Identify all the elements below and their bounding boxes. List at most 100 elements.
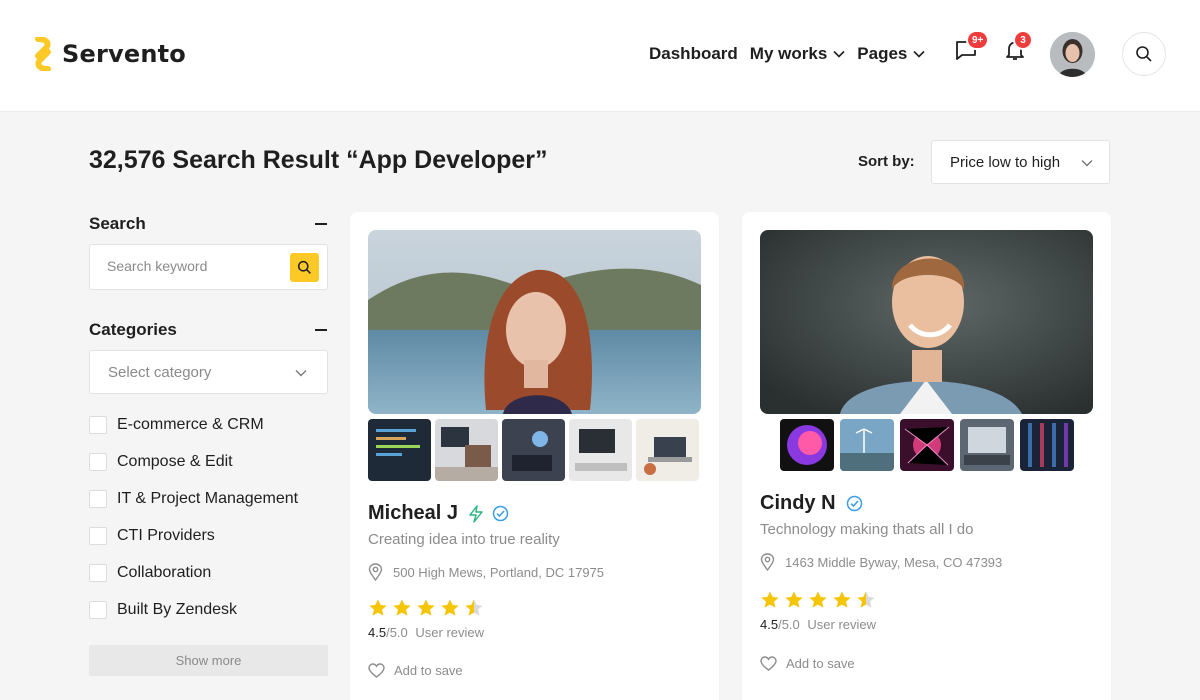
category-label: Built By Zendesk — [117, 600, 238, 618]
rating-out: /5.0 — [386, 625, 408, 640]
nav-dashboard[interactable]: Dashboard — [649, 44, 738, 64]
freelancer-card[interactable]: Micheal J Creating idea into true realit… — [350, 212, 719, 700]
category-checkbox[interactable] — [89, 415, 107, 434]
nav-pages[interactable]: Pages — [857, 44, 925, 64]
profile-photo[interactable] — [760, 230, 1093, 414]
portfolio-thumbnail[interactable] — [780, 419, 834, 471]
category-item[interactable]: Built By Zendesk — [89, 591, 298, 628]
verified-icon — [492, 505, 509, 522]
nav-dashboard-label: Dashboard — [649, 44, 738, 63]
rating-summary: 4.5/5.0 User review — [760, 617, 876, 632]
location-text: 500 High Mews, Portland, DC 17975 — [393, 564, 605, 580]
search-icon — [1136, 46, 1152, 62]
freelancer-name-text: Micheal J — [368, 502, 459, 524]
add-to-save-button[interactable]: Add to save — [760, 656, 855, 671]
freelancer-name[interactable]: Micheal J — [368, 502, 509, 525]
category-select[interactable]: Select category — [89, 350, 328, 394]
categories-heading: Categories — [89, 320, 177, 339]
category-label: E-commerce & CRM — [117, 415, 264, 433]
logo-mark-icon — [35, 37, 51, 71]
portfolio-thumbnail[interactable] — [636, 419, 699, 481]
notifications-badge: 3 — [1013, 30, 1033, 50]
profile-photo-image — [368, 230, 701, 414]
freelancer-tagline: Technology making thats all I do — [760, 521, 974, 538]
star-rating — [760, 590, 876, 609]
category-checkbox[interactable] — [89, 489, 107, 508]
category-item[interactable]: E-commerce & CRM — [89, 406, 298, 443]
portfolio-thumbnail[interactable] — [840, 419, 894, 471]
heart-icon — [368, 663, 385, 678]
notifications-button[interactable]: 3 — [1003, 30, 1033, 64]
avatar-portrait — [1050, 32, 1095, 77]
verified-icon — [846, 495, 862, 512]
sort-select[interactable]: Price low to high — [931, 140, 1110, 184]
portfolio-thumbnails — [368, 419, 699, 481]
search-icon — [297, 260, 311, 274]
show-more-button[interactable]: Show more — [89, 645, 328, 676]
collapse-search-icon[interactable] — [315, 223, 327, 225]
header-search-button[interactable] — [1122, 32, 1166, 76]
search-input[interactable] — [107, 258, 287, 274]
user-avatar[interactable] — [1050, 32, 1095, 77]
top-header: Servento Dashboard My works Pages 9+ 3 — [0, 0, 1200, 112]
star-icon — [761, 591, 779, 608]
collapse-categories-icon[interactable] — [315, 329, 327, 331]
add-to-save-button[interactable]: Add to save — [368, 663, 463, 678]
star-icon — [465, 599, 483, 616]
category-checkbox[interactable] — [89, 600, 107, 619]
brand-logo[interactable]: Servento — [32, 37, 186, 71]
location-pin-icon — [760, 553, 775, 571]
brand-name: Servento — [62, 40, 186, 68]
profile-photo-image — [760, 230, 1093, 414]
search-submit-button[interactable] — [290, 253, 319, 282]
portfolio-thumbnail[interactable] — [435, 419, 498, 481]
rating-summary: 4.5/5.0 User review — [368, 625, 484, 640]
nav-my-works[interactable]: My works — [750, 44, 845, 64]
nav-pages-label: Pages — [857, 44, 908, 63]
nav-my-works-label: My works — [749, 44, 828, 63]
rating-value: 4.5 — [760, 617, 779, 632]
category-checkbox[interactable] — [89, 563, 107, 582]
category-checkbox[interactable] — [89, 452, 107, 471]
rating-value: 4.5 — [368, 625, 387, 640]
freelancer-card[interactable]: Cindy N Technology making thats all I do… — [742, 212, 1111, 700]
freelancer-name[interactable]: Cindy N — [760, 492, 863, 515]
messages-button[interactable]: 9+ — [954, 30, 990, 64]
main-nav: Dashboard My works Pages — [649, 44, 925, 64]
heart-icon — [760, 656, 777, 671]
portfolio-thumbnail[interactable] — [900, 419, 954, 471]
freelancer-location: 1463 Middle Byway, Mesa, CO 47393 — [760, 553, 1002, 571]
star-icon — [369, 599, 387, 616]
star-icon — [809, 591, 827, 608]
rating-out: /5.0 — [778, 617, 800, 632]
chevron-down-icon — [913, 50, 925, 58]
profile-photo[interactable] — [368, 230, 701, 414]
category-label: Compose & Edit — [117, 452, 233, 470]
category-checkbox[interactable] — [89, 526, 107, 545]
category-item[interactable]: IT & Project Management — [89, 480, 298, 517]
review-label: User review — [415, 625, 485, 640]
category-select-value: Select category — [108, 363, 212, 381]
page-title: 32,576 Search Result “App Developer” — [89, 146, 548, 174]
star-icon — [857, 591, 875, 608]
freelancer-location: 500 High Mews, Portland, DC 17975 — [368, 563, 604, 581]
save-label: Add to save — [394, 663, 463, 678]
category-item[interactable]: Compose & Edit — [89, 443, 298, 480]
search-heading: Search — [89, 214, 146, 233]
location-pin-icon — [368, 563, 383, 581]
freelancer-tagline: Creating idea into true reality — [368, 531, 560, 548]
portfolio-thumbnail[interactable] — [1020, 419, 1074, 471]
star-icon — [393, 599, 411, 616]
portfolio-thumbnail[interactable] — [960, 419, 1014, 471]
portfolio-thumbnail[interactable] — [569, 419, 632, 481]
portfolio-thumbnail[interactable] — [368, 419, 431, 481]
star-icon — [785, 591, 803, 608]
category-item[interactable]: Collaboration — [89, 554, 298, 591]
save-label: Add to save — [786, 656, 855, 671]
category-item[interactable]: CTI Providers — [89, 517, 298, 554]
star-icon — [417, 599, 435, 616]
portfolio-thumbnails — [780, 419, 1074, 471]
freelancer-name-text: Cindy N — [760, 492, 836, 514]
chevron-down-icon — [295, 370, 307, 377]
portfolio-thumbnail[interactable] — [502, 419, 565, 481]
